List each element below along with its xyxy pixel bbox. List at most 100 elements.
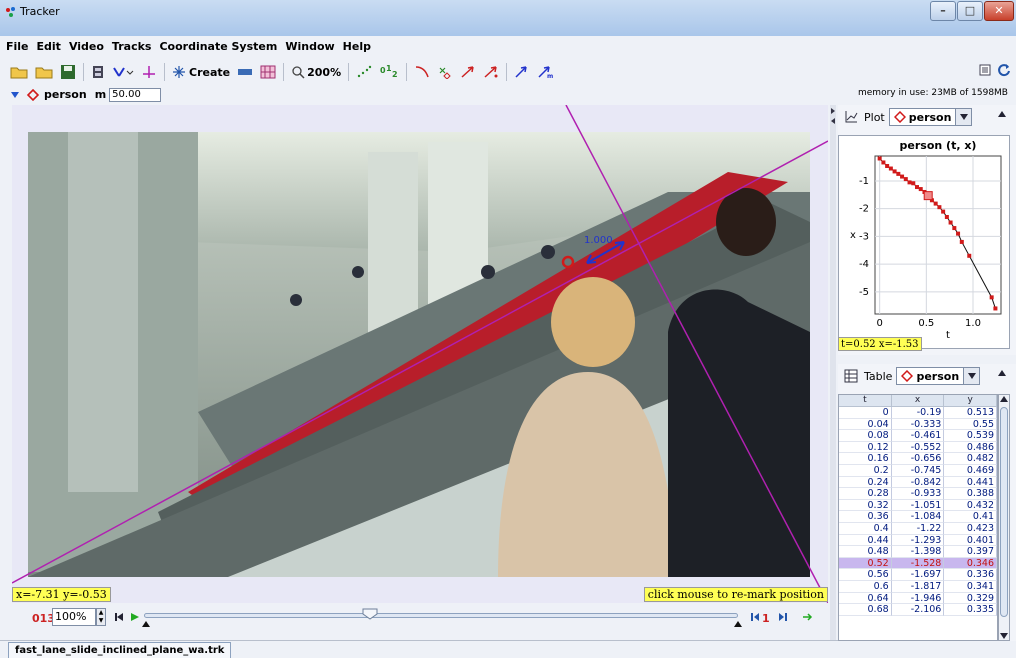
table-cell-y[interactable]: 0.397 xyxy=(944,546,997,558)
minimize-button[interactable]: – xyxy=(930,1,956,21)
loop-icon[interactable] xyxy=(802,612,814,622)
plot-data-point[interactable] xyxy=(952,226,957,231)
video-panel[interactable]: 1.000 x=-7.31 y=-0.53 click mouse to re-… xyxy=(12,105,828,603)
table-cell-y[interactable]: 0.486 xyxy=(944,441,997,454)
axes-button[interactable] xyxy=(141,64,157,80)
column-header-y[interactable]: y xyxy=(944,395,997,406)
table-cell-y[interactable]: 0.341 xyxy=(944,580,997,593)
table-cell-x[interactable]: -1.528 xyxy=(891,557,945,570)
table-cell-x[interactable]: -1.22 xyxy=(891,522,945,535)
collapse-up-icon[interactable] xyxy=(998,370,1006,376)
plot-data-point[interactable] xyxy=(885,164,890,169)
table-cell-x[interactable]: -1.817 xyxy=(891,580,945,593)
table-row[interactable]: 0.44 -1.293 0.401 xyxy=(839,534,997,547)
table-cell-t[interactable]: 0.48 xyxy=(839,546,892,558)
table-row[interactable]: 0.04 -0.333 0.55 xyxy=(839,418,997,431)
table-row[interactable]: 0.52 -1.528 0.346 xyxy=(839,557,997,570)
table-row[interactable]: 0.68 -2.106 0.335 xyxy=(839,604,997,616)
acceleration-button[interactable] xyxy=(483,65,499,79)
table-cell-y[interactable]: 0.388 xyxy=(944,488,997,500)
scroll-down-icon[interactable] xyxy=(1000,633,1008,639)
table-cell-x[interactable]: -1.293 xyxy=(891,534,945,547)
table-cell-t[interactable]: 0.16 xyxy=(839,453,892,465)
table-cell-x[interactable]: -1.084 xyxy=(891,511,945,523)
start-marker-icon[interactable] xyxy=(142,621,150,627)
rate-stepper[interactable]: ▲ ▼ xyxy=(96,608,106,626)
play-icon[interactable] xyxy=(130,612,140,622)
menu-file[interactable]: File xyxy=(6,40,29,53)
table-row[interactable]: 0.56 -1.697 0.336 xyxy=(839,569,997,581)
menu-video[interactable]: Video xyxy=(69,40,104,53)
plot-data-point[interactable] xyxy=(956,231,961,236)
table-row[interactable]: 0.16 -0.656 0.482 xyxy=(839,453,997,465)
plot-data-point[interactable] xyxy=(933,201,938,206)
table-row[interactable]: 0.48 -1.398 0.397 xyxy=(839,546,997,558)
menu-tracks[interactable]: Tracks xyxy=(112,40,152,53)
center-of-mass-button[interactable] xyxy=(437,65,453,79)
table-cell-t[interactable]: 0.52 xyxy=(839,557,892,570)
table-row[interactable]: 0.4 -1.22 0.423 xyxy=(839,522,997,535)
table-cell-t[interactable]: 0.24 xyxy=(839,476,892,489)
calibration-tools-button[interactable] xyxy=(112,65,134,79)
save-button[interactable] xyxy=(60,64,76,80)
zoom-button[interactable]: 200% xyxy=(291,65,341,79)
open-button[interactable] xyxy=(10,64,28,80)
table-cell-t[interactable]: 0.08 xyxy=(839,430,892,442)
column-header-t[interactable]: t xyxy=(839,395,892,406)
table-cell-x[interactable]: -0.842 xyxy=(891,476,945,489)
table-cell-t[interactable]: 0.28 xyxy=(839,488,892,500)
notes-button[interactable] xyxy=(978,63,992,80)
table-cell-y[interactable]: 0.401 xyxy=(944,534,997,547)
menu-help[interactable]: Help xyxy=(343,40,371,53)
table-track-select[interactable]: person xyxy=(896,367,981,385)
plot-track-select[interactable]: person xyxy=(888,108,973,126)
path-button[interactable] xyxy=(414,65,430,79)
table-cell-x[interactable]: -1.946 xyxy=(891,592,945,605)
plot-data-point[interactable] xyxy=(989,295,994,300)
end-marker-icon[interactable] xyxy=(734,621,742,627)
table-cell-y[interactable]: 0.55 xyxy=(944,418,997,431)
table-cell-x[interactable]: -1.697 xyxy=(891,569,945,581)
table-row[interactable]: 0.36 -1.084 0.41 xyxy=(839,511,997,523)
plot-data-point[interactable] xyxy=(918,187,923,192)
collapse-up-icon[interactable] xyxy=(998,111,1006,117)
plot-data-point[interactable] xyxy=(915,185,919,190)
menu-edit[interactable]: Edit xyxy=(37,40,61,53)
plot-data-point[interactable] xyxy=(948,220,953,225)
table-cell-t[interactable]: 0.32 xyxy=(839,499,892,512)
plot-selected-point[interactable] xyxy=(923,191,933,201)
track-position-marker[interactable] xyxy=(561,255,575,269)
table-cell-y[interactable]: 0.539 xyxy=(944,430,997,442)
table-cell-t[interactable]: 0.56 xyxy=(839,569,892,581)
table-cell-x[interactable]: -0.933 xyxy=(891,488,945,500)
table-cell-t[interactable]: 0.36 xyxy=(839,511,892,523)
velocity-button[interactable] xyxy=(460,65,476,79)
plot-data-point[interactable] xyxy=(892,169,897,174)
vector-m-button[interactable]: m xyxy=(537,65,553,79)
plot-data-point[interactable] xyxy=(907,180,912,185)
clip-settings-button[interactable] xyxy=(91,65,105,79)
table-cell-x[interactable]: -1.398 xyxy=(891,546,945,558)
table-cell-y[interactable]: 0.329 xyxy=(944,592,997,605)
tab-file[interactable]: fast_lane_slide_inclined_plane_wa.trk xyxy=(8,642,232,658)
table-cell-y[interactable]: 0.336 xyxy=(944,569,997,581)
plot-svg[interactable]: person (t, x) 0 0.5 1.0 -1 -2 -3 -4 -5 t x xyxy=(839,136,1010,349)
table-cell-y[interactable]: 0.469 xyxy=(944,464,997,477)
table-cell-y[interactable]: 0.41 xyxy=(944,511,997,523)
plot-data-point[interactable] xyxy=(959,239,964,244)
plot-data-point[interactable] xyxy=(877,156,882,161)
table-cell-y[interactable]: 0.432 xyxy=(944,499,997,512)
table-scrollbar[interactable] xyxy=(998,394,1010,641)
plot-data-point[interactable] xyxy=(911,181,916,186)
splitter-arrow-right-icon[interactable] xyxy=(830,107,836,115)
table-cell-y[interactable]: 0.335 xyxy=(944,604,997,616)
mass-field[interactable] xyxy=(109,87,162,102)
dropdown-arrow[interactable] xyxy=(955,109,972,125)
table-cell-t[interactable]: 0.04 xyxy=(839,418,892,431)
stepper-up-icon[interactable]: ▲ xyxy=(99,609,104,616)
table-cell-t[interactable]: 0.12 xyxy=(839,441,892,454)
plot-data-point[interactable] xyxy=(896,171,901,176)
plot-data-point[interactable] xyxy=(967,253,972,258)
table-row[interactable]: 0.64 -1.946 0.329 xyxy=(839,592,997,605)
table-row[interactable]: 0.32 -1.051 0.432 xyxy=(839,499,997,512)
